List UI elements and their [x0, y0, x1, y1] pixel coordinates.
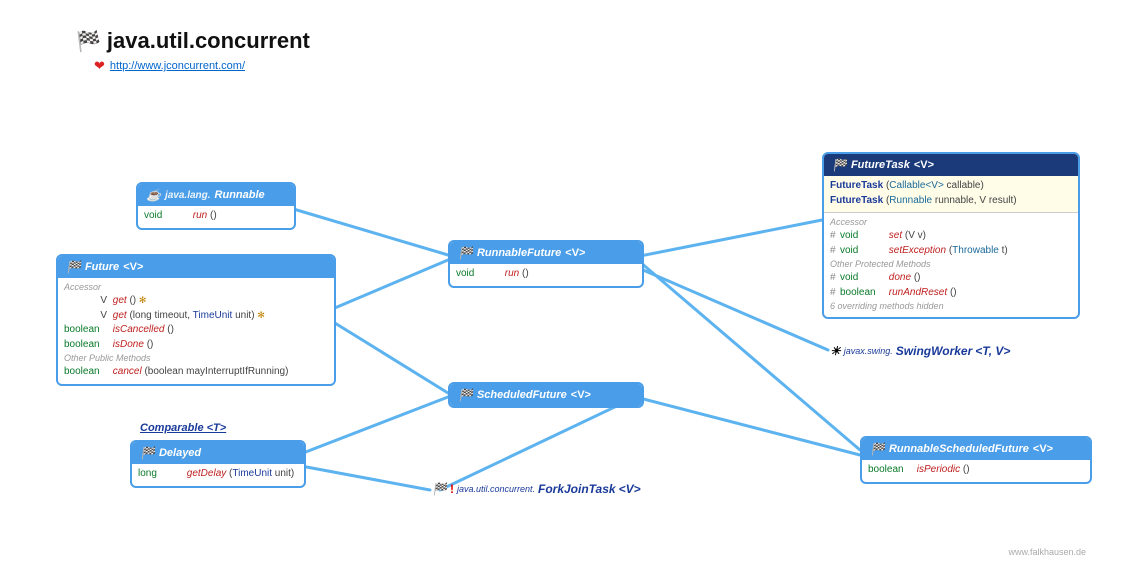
constructor-body: FutureTask (Callable<V> callable) Future…	[824, 176, 1078, 212]
method-row: boolean isDone ()	[64, 338, 328, 353]
flag-icon: 🏁	[140, 446, 155, 460]
method-row: void run ()	[144, 209, 288, 224]
sun-icon: ☀	[830, 344, 841, 358]
hidden-note: 6 overriding methods hidden	[830, 300, 1072, 313]
comparable-label[interactable]: Comparable <T>	[140, 422, 226, 434]
method-row: long getDelay (TimeUnit unit)	[138, 467, 298, 482]
class-name: RunnableFuture	[477, 247, 561, 259]
swingworker-label[interactable]: ☀ javax.swing.SwingWorker <T, V>	[830, 344, 1010, 358]
bang-icon: !	[450, 482, 454, 496]
class-name: Future	[85, 261, 119, 273]
heart-icon: ❤	[94, 58, 105, 74]
box-header: 🏁 FutureTask <V>	[824, 154, 1078, 176]
forkjointask-label[interactable]: 🏁 ! java.util.concurrent.ForkJoinTask <V…	[432, 482, 641, 496]
method-row: #boolean runAndReset ()	[830, 286, 1072, 301]
box-body: void run ()	[450, 264, 642, 286]
box-header: 🏁 ScheduledFuture <V>	[450, 384, 642, 406]
page-title-row: 🏁 java.util.concurrent	[76, 28, 310, 54]
flag-icon: 🏁	[458, 246, 473, 260]
java-cup-icon: ☕	[146, 188, 161, 202]
type-param: <V>	[571, 389, 591, 401]
page-title: java.util.concurrent	[107, 28, 310, 54]
flag-icon: 🏁	[66, 260, 81, 274]
method-row: #void setException (Throwable t)	[830, 244, 1072, 259]
box-header: 🏁 Delayed	[132, 442, 304, 464]
class-box-futuretask: 🏁 FutureTask <V> FutureTask (Callable<V>…	[822, 152, 1080, 319]
box-body: long getDelay (TimeUnit unit)	[132, 464, 304, 486]
method-row: V get () ✻	[64, 294, 328, 309]
class-box-runnable: ☕ java.lang. Runnable void run ()	[136, 182, 296, 230]
class-name: Runnable	[215, 189, 265, 201]
box-header: 🏁 RunnableScheduledFuture <V>	[862, 438, 1090, 460]
class-name: SwingWorker	[896, 344, 972, 358]
class-name: Delayed	[159, 447, 201, 459]
package-label: java.lang.	[165, 190, 211, 201]
section-label: Other Public Methods	[64, 352, 328, 365]
link-row: ❤ http://www.jconcurrent.com/	[94, 58, 245, 74]
flag-icon: 🏁	[432, 482, 447, 496]
type-param: <V>	[565, 247, 585, 259]
footer-credit: www.falkhausen.de	[1008, 547, 1086, 557]
site-link[interactable]: http://www.jconcurrent.com/	[110, 60, 245, 72]
method-row: boolean cancel (boolean mayInterruptIfRu…	[64, 365, 328, 380]
box-header: ☕ java.lang. Runnable	[138, 184, 294, 206]
type-param: <V>	[619, 482, 641, 496]
class-name: FutureTask	[851, 159, 910, 171]
constructor-row: FutureTask (Callable<V> callable)	[830, 179, 1072, 194]
class-box-runnablefuture: 🏁 RunnableFuture <V> void run ()	[448, 240, 644, 288]
class-box-future: 🏁 Future <V> Accessor V get () ✻ V get (…	[56, 254, 336, 386]
box-header: 🏁 Future <V>	[58, 256, 334, 278]
flag-icon: 🏁	[832, 158, 847, 172]
box-body: boolean isPeriodic ()	[862, 460, 1090, 482]
section-label: Accessor	[64, 281, 328, 294]
box-body: Accessor V get () ✻ V get (long timeout,…	[58, 278, 334, 384]
constructor-row: FutureTask (Runnable runnable, V result)	[830, 194, 1072, 209]
class-name: ScheduledFuture	[477, 389, 567, 401]
flag-icon: 🏁	[458, 388, 473, 402]
class-box-scheduledfuture: 🏁 ScheduledFuture <V>	[448, 382, 644, 408]
method-row: boolean isPeriodic ()	[868, 463, 1084, 478]
flag-icon: 🏁	[76, 29, 101, 54]
method-row: V get (long timeout, TimeUnit unit) ✻	[64, 309, 328, 324]
method-row: boolean isCancelled ()	[64, 323, 328, 338]
type-param: <V>	[1033, 443, 1053, 455]
box-header: 🏁 RunnableFuture <V>	[450, 242, 642, 264]
flag-icon: 🏁	[870, 442, 885, 456]
type-param: <V>	[123, 261, 143, 273]
section-label: Accessor	[830, 216, 1072, 229]
type-param: <T, V>	[975, 344, 1010, 358]
box-body: void run ()	[138, 206, 294, 228]
section-label: Other Protected Methods	[830, 258, 1072, 271]
package-label: java.util.concurrent.	[457, 484, 535, 494]
class-box-rsf: 🏁 RunnableScheduledFuture <V> boolean is…	[860, 436, 1092, 484]
class-box-delayed: 🏁 Delayed long getDelay (TimeUnit unit)	[130, 440, 306, 488]
method-row: void run ()	[456, 267, 636, 282]
method-row: #void set (V v)	[830, 229, 1072, 244]
type-param: <V>	[914, 159, 934, 171]
method-row: #void done ()	[830, 271, 1072, 286]
package-label: javax.swing.	[844, 346, 893, 356]
class-name: ForkJoinTask	[538, 482, 616, 496]
method-body: Accessor #void set (V v) #void setExcept…	[824, 212, 1078, 317]
class-name: RunnableScheduledFuture	[889, 443, 1029, 455]
